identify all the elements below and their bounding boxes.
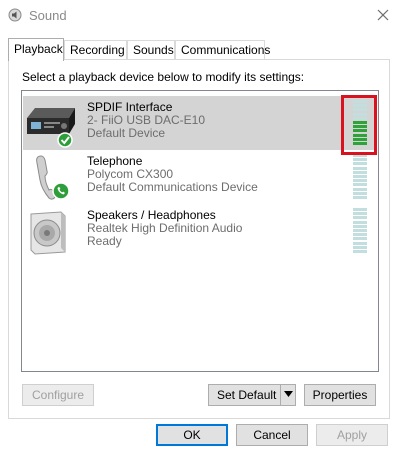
tab-recording[interactable]: Recording (64, 40, 127, 59)
level-meter-segment (353, 208, 367, 211)
level-meter-segment (353, 191, 367, 195)
apply-button[interactable]: Apply (316, 424, 388, 446)
cancel-button[interactable]: Cancel (236, 424, 308, 446)
highlight-annotation (341, 95, 377, 155)
device-status: Ready (87, 234, 122, 248)
device-info: Speakers / Headphones Realtek High Defin… (87, 209, 242, 248)
level-meter-segment (353, 166, 367, 170)
level-meter-segment (353, 237, 367, 241)
device-info: Telephone Polycom CX300 Default Communic… (87, 155, 258, 194)
level-meter-segment (353, 212, 367, 216)
device-row-telephone[interactable]: Telephone Polycom CX300 Default Communic… (23, 150, 377, 204)
instructions-label: Select a playback device below to modify… (22, 70, 305, 84)
device-row-spdif[interactable]: SPDIF Interface 2- FiiO USB DAC-E10 Defa… (23, 96, 377, 150)
device-list[interactable]: SPDIF Interface 2- FiiO USB DAC-E10 Defa… (21, 90, 379, 372)
set-default-dropdown[interactable] (280, 384, 296, 406)
level-meter-segment (353, 233, 367, 237)
close-button[interactable] (372, 5, 394, 25)
level-meter-segment (353, 175, 367, 178)
level-meter-segment (353, 241, 367, 245)
device-status: Default Device (87, 126, 166, 140)
spdif-receiver-icon (27, 108, 75, 148)
title-bar: Sound (0, 0, 400, 30)
level-meter-segment (353, 158, 367, 162)
window-title: Sound (29, 8, 67, 23)
speaker-icon (8, 8, 22, 22)
speaker-box-icon (30, 211, 66, 255)
level-meter-segment (353, 179, 367, 183)
properties-button[interactable]: Properties (304, 384, 376, 406)
level-meter-segment (353, 183, 367, 187)
set-default-label: Set Default (217, 388, 277, 402)
configure-button[interactable]: Configure (22, 384, 94, 406)
level-meter-segment (353, 229, 367, 232)
telephone-handset-icon (36, 155, 70, 200)
level-meter-segment (353, 170, 367, 174)
device-row-speakers[interactable]: Speakers / Headphones Realtek High Defin… (23, 204, 377, 258)
level-meter-segment (353, 216, 367, 220)
level-meter-segment (353, 162, 367, 166)
tab-communications[interactable]: Communications (175, 40, 270, 59)
level-meter (353, 154, 367, 200)
device-status: Default Communications Device (87, 180, 258, 194)
level-meter-segment (353, 187, 367, 191)
level-meter-segment (353, 224, 367, 228)
ok-button[interactable]: OK (156, 424, 228, 446)
level-meter (353, 208, 367, 254)
tab-sounds[interactable]: Sounds (127, 40, 175, 59)
tab-playback[interactable]: Playback (8, 38, 64, 61)
close-icon (377, 9, 389, 21)
device-info: SPDIF Interface 2- FiiO USB DAC-E10 Defa… (87, 101, 205, 140)
dropdown-arrow-icon (284, 391, 293, 397)
level-meter-segment (353, 250, 367, 253)
level-meter-segment (353, 245, 367, 249)
level-meter-segment (353, 196, 367, 199)
level-meter-segment (353, 220, 367, 224)
